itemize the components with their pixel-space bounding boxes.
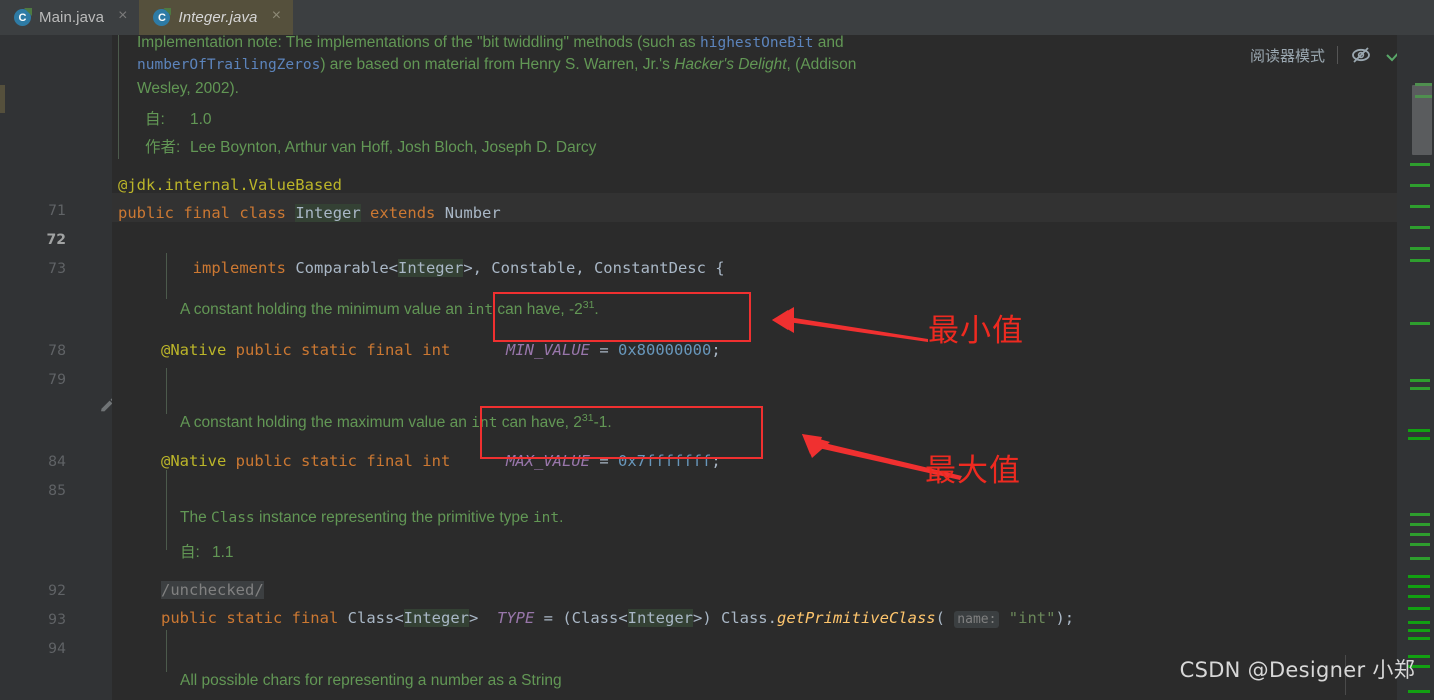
min-value-annotation-label: 最小值 <box>928 313 1024 349</box>
javadoc-impl-note-line3: Wesley, 2002). <box>137 80 239 97</box>
javadoc-left-bar <box>166 470 167 550</box>
stripe-mark <box>1408 629 1430 632</box>
tab-label: Integer.java <box>178 9 258 26</box>
javadoc-since-tag: 自: <box>145 111 165 128</box>
reader-mode-label[interactable]: 阅读器模式 <box>1250 45 1325 66</box>
stripe-mark <box>1408 595 1430 598</box>
code-line-72: public final class Integer extends Numbe… <box>118 204 501 222</box>
line-number: 72 <box>46 232 66 248</box>
code-editor-area[interactable]: Implementation note: The implementations… <box>112 35 1397 700</box>
error-stripe-marker-bar[interactable] <box>1397 35 1434 700</box>
stripe-mark <box>1408 607 1430 610</box>
javadoc-type-since-tag: 自: <box>180 544 200 561</box>
stripe-mark <box>1415 95 1432 98</box>
stripe-mark <box>1410 533 1430 536</box>
stripe-mark <box>1410 184 1430 187</box>
editor-tab-bar: C Main.java × C Integer.java × <box>0 0 1434 35</box>
min-value-assignment: MIN_VALUE = 0x80000000; <box>506 341 721 359</box>
stripe-mark <box>1410 247 1430 250</box>
eye-slash-icon[interactable] <box>1350 45 1372 65</box>
line-number: 94 <box>48 641 66 657</box>
stripe-mark <box>1410 226 1430 229</box>
line-number: 92 <box>48 583 66 599</box>
min-value-arrow <box>772 307 928 342</box>
javadoc-type-field: The Class instance representing the prim… <box>180 509 564 526</box>
code-line-78-min-value: @Native public static final int <box>161 341 451 359</box>
line-number: 93 <box>48 612 66 628</box>
line-number: 71 <box>48 203 66 219</box>
line-number-gutter: 71 72 73 78 79 84 85 92 93 94 98 @ <box>22 35 115 700</box>
line-number: 78 <box>48 343 66 359</box>
stripe-mark <box>1410 163 1430 166</box>
javadoc-impl-note-line1: Implementation note: The implementations… <box>137 35 844 51</box>
javadoc-impl-note-line2: numberOfTrailingZeros) are based on mate… <box>137 56 857 73</box>
tab-main-java[interactable]: C Main.java × <box>0 0 140 35</box>
javadoc-author-tag: 作者: <box>145 139 181 156</box>
stripe-mark <box>1408 575 1430 578</box>
stripe-mark <box>1408 429 1430 432</box>
max-value-highlight-box <box>480 406 763 459</box>
line-number: 85 <box>48 483 66 499</box>
stripe-mark <box>1410 513 1430 516</box>
max-value-annotation-label: 最大值 <box>925 453 1021 489</box>
stripe-mark <box>1408 437 1430 440</box>
java-class-icon: C <box>14 8 32 26</box>
line-number: 84 <box>48 454 66 470</box>
line-number: 79 <box>48 372 66 388</box>
code-line-92-unchecked: /unchecked/ <box>161 581 264 599</box>
stripe-mark <box>1415 83 1432 86</box>
stripe-mark <box>1410 557 1430 560</box>
tab-label: Main.java <box>39 9 105 26</box>
javadoc-left-bar <box>166 630 167 672</box>
separator <box>1337 46 1338 64</box>
javadoc-type-since-value: 1.1 <box>212 544 234 561</box>
stripe-mark <box>1408 621 1430 624</box>
stripe-mark <box>1408 690 1430 693</box>
javadoc-author-value: Lee Boynton, Arthur van Hoff, Josh Bloch… <box>190 139 597 156</box>
stripe-mark <box>1410 379 1430 382</box>
javadoc-left-bar <box>166 368 167 414</box>
csdn-watermark: CSDN @Designer 小郑 <box>1179 658 1415 682</box>
code-line-71: @jdk.internal.ValueBased <box>118 176 342 194</box>
stripe-mark <box>1410 322 1430 325</box>
javadoc-digits: All possible chars for representing a nu… <box>180 672 562 689</box>
close-icon[interactable]: × <box>112 8 129 27</box>
editor-top-right-controls: 阅读器模式 <box>1250 42 1404 68</box>
stripe-mark <box>1408 585 1430 588</box>
parameter-name-hint: name: <box>954 611 1000 628</box>
stripe-mark <box>1410 523 1430 526</box>
code-line-93-type-decl: public static final Class<Integer> TYPE … <box>161 609 1075 628</box>
stripe-mark <box>1408 637 1430 640</box>
code-line-73: implements Comparable<Integer>, Constabl… <box>192 259 725 277</box>
tab-integer-java[interactable]: C Integer.java × <box>139 0 293 35</box>
line-number: 73 <box>48 261 66 277</box>
javadoc-since-value: 1.0 <box>190 111 212 128</box>
idea-editor-window: C Main.java × C Integer.java × 71 72 73 … <box>0 0 1434 700</box>
stripe-mark <box>1410 543 1430 546</box>
code-line-84-max-value: @Native public static final int <box>161 452 451 470</box>
java-class-icon: C <box>153 8 172 26</box>
close-icon[interactable]: × <box>265 8 282 27</box>
editor-gutter-strip <box>0 35 22 700</box>
gutter-tab-color-strip <box>0 85 5 113</box>
min-value-highlight-box <box>493 292 751 342</box>
stripe-mark <box>1410 259 1430 262</box>
stripe-mark <box>1410 387 1430 390</box>
stripe-mark <box>1410 205 1430 208</box>
javadoc-left-bar <box>118 35 119 159</box>
